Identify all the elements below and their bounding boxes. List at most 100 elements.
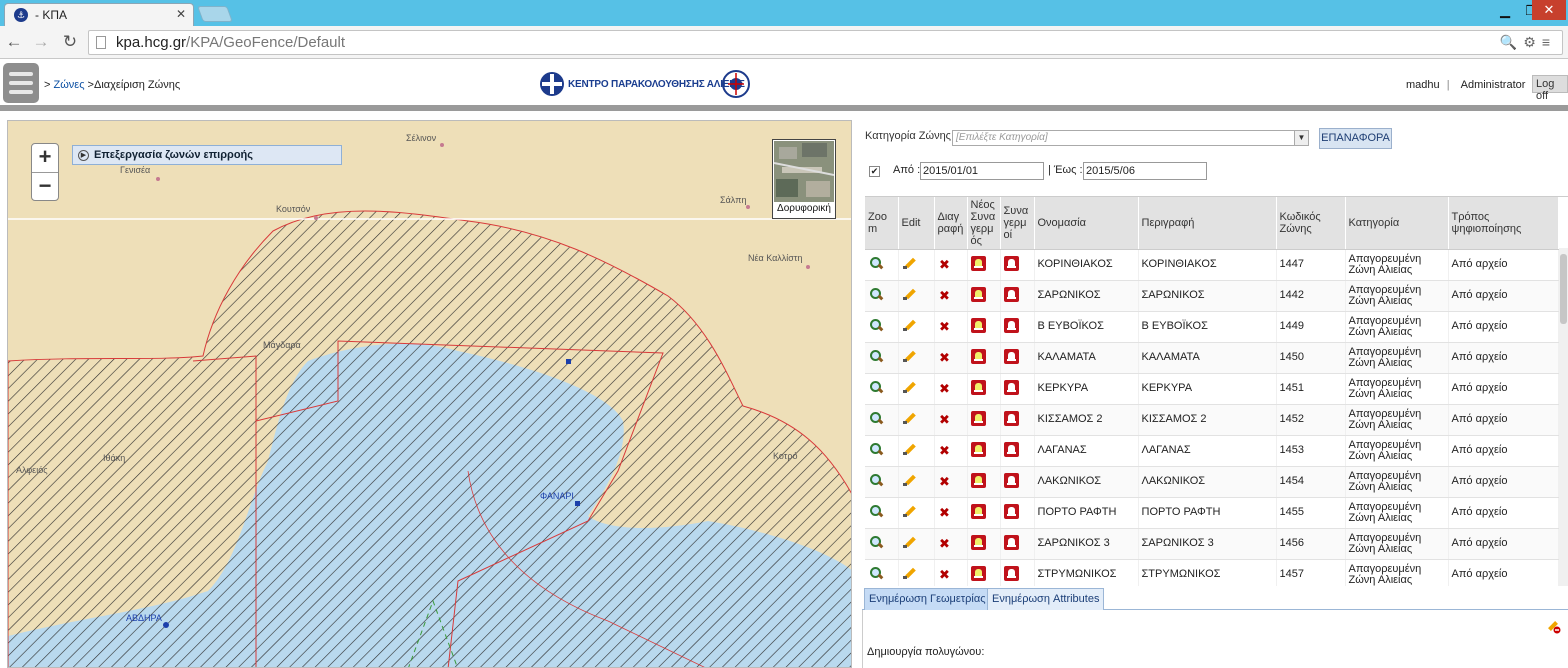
alarms-bell-icon[interactable]	[1003, 441, 1019, 457]
column-header[interactable]: Ονομασία	[1034, 197, 1139, 250]
new-alarm-bell-icon[interactable]	[970, 286, 986, 302]
column-header[interactable]: Περιγραφή	[1138, 197, 1277, 250]
table-row[interactable]: ✖ ΚΟΡΙΝΘΙΑΚΟΣ ΚΟΡΙΝΘΙΑΚΟΣ 1447 Απαγορευμένη …	[865, 249, 1559, 281]
column-header[interactable]: Κωδικός Ζώνης	[1276, 197, 1346, 250]
delete-x-icon[interactable]: ✖	[938, 443, 952, 458]
table-row[interactable]: ✖ ΛΑΚΩΝΙΚΟΣ ΛΑΚΩΝΙΚΟΣ 1454 Απαγορευμένη Ζώνη…	[865, 466, 1559, 498]
zoom-magnifier-icon[interactable]	[868, 566, 882, 580]
tab-update-geometry[interactable]: Ενημέρωση Γεωμετρίας	[864, 588, 991, 610]
table-row[interactable]: ✖ Β ΕΥΒΟΪΚΟΣ Β ΕΥΒΟΪΚΟΣ 1449 Απαγορευμένη Ζώ…	[865, 311, 1559, 343]
url-field[interactable]: kpa.hcg.gr/KPA/GeoFence/Default 🔍⚙≡	[88, 30, 1563, 55]
username[interactable]: madhu	[1406, 79, 1440, 91]
edit-pencil-icon[interactable]	[902, 473, 916, 487]
forward-arrow-icon[interactable]: →	[31, 32, 51, 52]
new-alarm-bell-icon[interactable]	[970, 441, 986, 457]
alarms-bell-icon[interactable]	[1003, 348, 1019, 364]
alarms-bell-icon[interactable]	[1003, 410, 1019, 426]
address-bar-icons[interactable]: 🔍⚙≡	[1500, 34, 1556, 51]
edit-pencil-icon[interactable]	[902, 380, 916, 394]
edit-pencil-icon[interactable]	[902, 411, 916, 425]
column-header[interactable]: Zoo m	[865, 197, 899, 250]
date-filter-checkbox[interactable]: ✔	[869, 166, 880, 177]
table-row[interactable]: ✖ ΛΑΓΑΝΑΣ ΛΑΓΑΝΑΣ 1453 Απαγορευμένη Ζώνη Αλι…	[865, 435, 1559, 467]
expand-arrow-icon[interactable]: ▶	[78, 150, 89, 161]
to-date-input[interactable]: 2015/5/06	[1083, 162, 1207, 180]
from-date-input[interactable]: 2015/01/01	[920, 162, 1044, 180]
edit-pencil-icon[interactable]	[902, 442, 916, 456]
zoom-magnifier-icon[interactable]	[868, 473, 882, 487]
edit-pencil-icon[interactable]	[902, 349, 916, 363]
delete-x-icon[interactable]: ✖	[938, 319, 952, 334]
zoom-magnifier-icon[interactable]	[868, 411, 882, 425]
scrollbar-thumb[interactable]	[1560, 254, 1567, 324]
column-header[interactable]: Συνα γερμ οί	[1000, 197, 1035, 250]
table-row[interactable]: ✖ ΣΑΡΩΝΙΚΟΣ ΣΑΡΩΝΙΚΟΣ 1442 Απαγορευμένη Ζώνη…	[865, 280, 1559, 312]
new-alarm-bell-icon[interactable]	[970, 348, 986, 364]
zoom-magnifier-icon[interactable]	[868, 504, 882, 518]
delete-x-icon[interactable]: ✖	[938, 567, 952, 582]
edit-pencil-icon[interactable]	[902, 566, 916, 580]
column-header[interactable]: Κατηγορία	[1345, 197, 1449, 250]
zoom-magnifier-icon[interactable]	[868, 442, 882, 456]
table-row[interactable]: ✖ ΚΕΡΚΥΡΑ ΚΕΡΚΥΡΑ 1451 Απαγορευμένη Ζώνη Αλι…	[865, 373, 1559, 405]
zoom-magnifier-icon[interactable]	[868, 287, 882, 301]
alarms-bell-icon[interactable]	[1003, 534, 1019, 550]
erase-polygon-icon[interactable]	[1545, 618, 1561, 634]
tab-close-icon[interactable]: ✕	[176, 7, 186, 21]
alarms-bell-icon[interactable]	[1003, 565, 1019, 581]
column-header[interactable]: Τρόπος ψηφιοποίησης	[1448, 197, 1559, 250]
window-close-icon[interactable]: ✕	[1532, 0, 1566, 20]
zoom-magnifier-icon[interactable]	[868, 380, 882, 394]
zoom-magnifier-icon[interactable]	[868, 256, 882, 270]
new-alarm-bell-icon[interactable]	[970, 565, 986, 581]
satellite-toggle[interactable]: Δορυφορική	[772, 139, 836, 219]
hamburger-menu-icon[interactable]	[3, 63, 39, 103]
delete-x-icon[interactable]: ✖	[938, 505, 952, 520]
zoom-magnifier-icon[interactable]	[868, 349, 882, 363]
minimize-icon[interactable]: ▁	[1494, 2, 1516, 20]
delete-x-icon[interactable]: ✖	[938, 412, 952, 427]
delete-x-icon[interactable]: ✖	[938, 288, 952, 303]
table-row[interactable]: ✖ ΚΙΣΣΑΜΟΣ 2 ΚΙΣΣΑΜΟΣ 2 1452 Απαγορευμένη Ζώ…	[865, 404, 1559, 436]
delete-x-icon[interactable]: ✖	[938, 350, 952, 365]
new-alarm-bell-icon[interactable]	[970, 534, 986, 550]
new-alarm-bell-icon[interactable]	[970, 503, 986, 519]
alarms-bell-icon[interactable]	[1003, 503, 1019, 519]
zoom-magnifier-icon[interactable]	[868, 318, 882, 332]
table-row[interactable]: ✖ ΣΤΡΥΜΩΝΙΚΟΣ ΣΤΡΥΜΩΝΙΚΟΣ 1457 Απαγορευμένη …	[865, 559, 1559, 586]
alarms-bell-icon[interactable]	[1003, 286, 1019, 302]
table-row[interactable]: ✖ ΣΑΡΩΝΙΚΟΣ 3 ΣΑΡΩΝΙΚΟΣ 3 1456 Απαγορευμένη …	[865, 528, 1559, 560]
column-header[interactable]: Διαγ ραφή	[934, 197, 968, 250]
tab-update-attributes[interactable]: Ενημέρωση Attributes	[987, 588, 1105, 610]
map-canvas[interactable]: Σέλινον Γενισέα Κουτσόν Σάλπη Νέα Καλλίσ…	[8, 121, 852, 668]
delete-x-icon[interactable]: ✖	[938, 381, 952, 396]
column-header[interactable]: Edit	[898, 197, 935, 250]
new-alarm-bell-icon[interactable]	[970, 410, 986, 426]
alarms-bell-icon[interactable]	[1003, 379, 1019, 395]
chevron-down-icon[interactable]: ▼	[1294, 131, 1308, 145]
edit-pencil-icon[interactable]	[902, 318, 916, 332]
reset-button[interactable]: ΕΠΑΝΑΦΟΡΑ	[1319, 128, 1392, 149]
layer-panel[interactable]: ▶ Επεξεργασία ζωνών επιρροής	[72, 145, 342, 165]
edit-pencil-icon[interactable]	[902, 256, 916, 270]
alarms-bell-icon[interactable]	[1003, 472, 1019, 488]
back-arrow-icon[interactable]: ←	[4, 32, 24, 52]
new-alarm-bell-icon[interactable]	[970, 317, 986, 333]
edit-pencil-icon[interactable]	[902, 535, 916, 549]
category-select[interactable]: [Επιλέξτε Κατηγορία] ▼	[952, 130, 1309, 146]
new-tab-button[interactable]	[197, 6, 233, 22]
breadcrumb-zones-link[interactable]: Ζώνες	[53, 79, 84, 91]
delete-x-icon[interactable]: ✖	[938, 536, 952, 551]
alarms-bell-icon[interactable]	[1003, 317, 1019, 333]
edit-pencil-icon[interactable]	[902, 287, 916, 301]
logoff-button[interactable]: Log off	[1532, 75, 1568, 102]
new-alarm-bell-icon[interactable]	[970, 472, 986, 488]
column-header[interactable]: Νέος Συνα γερμ ός	[967, 197, 1001, 250]
new-alarm-bell-icon[interactable]	[970, 379, 986, 395]
alarms-bell-icon[interactable]	[1003, 255, 1019, 271]
delete-x-icon[interactable]: ✖	[938, 474, 952, 489]
browser-tab[interactable]: ⚓ - ΚΠΑ ✕	[4, 3, 194, 26]
new-alarm-bell-icon[interactable]	[970, 255, 986, 271]
map-view[interactable]: Σέλινον Γενισέα Κουτσόν Σάλπη Νέα Καλλίσ…	[7, 120, 852, 668]
table-row[interactable]: ✖ ΚΑΛΑΜΑΤΑ ΚΑΛΑΜΑΤΑ 1450 Απαγορευμένη Ζώνη Α…	[865, 342, 1559, 374]
